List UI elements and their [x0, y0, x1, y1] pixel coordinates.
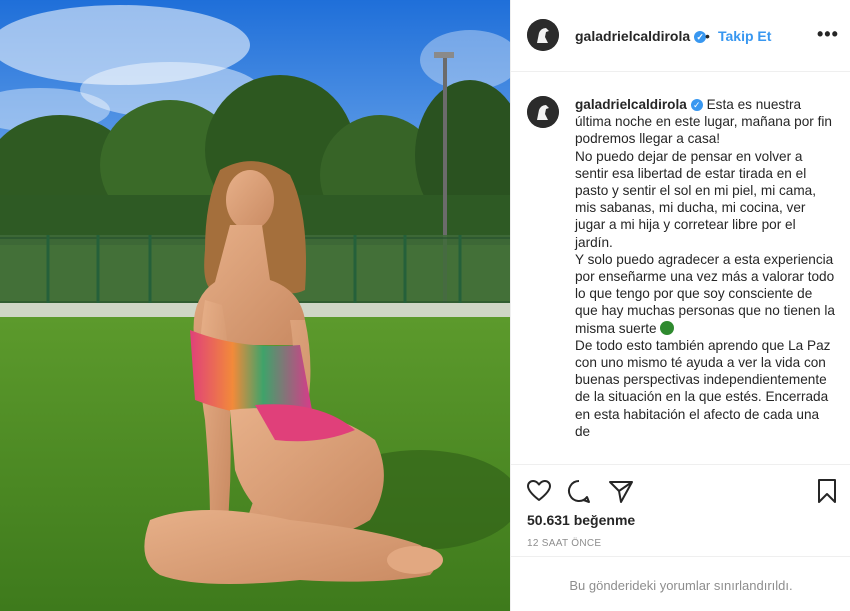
post-photo[interactable] — [0, 0, 510, 611]
horse-logo-icon — [527, 96, 559, 128]
share-icon[interactable] — [607, 477, 635, 505]
caption-paragraph-4: De todo esto también aprendo que La Paz … — [575, 337, 831, 439]
horse-logo-icon — [527, 19, 559, 51]
comments-disabled-notice: Bu gönderideki yorumlar sınırlandırıldı. — [511, 556, 850, 611]
photo-illustration — [0, 0, 510, 611]
caption-username[interactable]: galadrielcaldirola — [575, 97, 687, 112]
action-bar — [511, 464, 850, 512]
heart-icon[interactable] — [525, 477, 553, 505]
post-timestamp[interactable]: 12 SAAT ÖNCE — [527, 538, 601, 549]
header-username[interactable]: galadrielcaldirola ✓ — [575, 28, 707, 44]
post-side-panel: galadrielcaldirola ✓ • Takip Et ••• galad… — [510, 0, 850, 611]
caption-area[interactable]: galadrielcaldirola ✓ Esta es nuestra últi… — [511, 72, 850, 464]
separator-dot: • — [705, 28, 710, 44]
avatar[interactable] — [527, 19, 559, 51]
caption-paragraph-2: No puedo dejar de pensar en volver a sen… — [575, 148, 817, 250]
follow-button[interactable]: Takip Et — [718, 28, 771, 44]
verified-badge-icon: ✓ — [690, 99, 703, 111]
comments-disabled-text: Bu gönderideki yorumlar sınırlandırıldı. — [569, 578, 793, 593]
post-header: galadrielcaldirola ✓ • Takip Et ••• — [511, 0, 850, 72]
more-options-icon[interactable]: ••• — [817, 24, 839, 45]
comment-icon[interactable] — [565, 477, 593, 505]
four-leaf-clover-icon — [660, 320, 675, 335]
instagram-post: galadrielcaldirola ✓ • Takip Et ••• galad… — [0, 0, 850, 611]
caption-avatar[interactable] — [527, 96, 559, 128]
caption-paragraph-3: Y solo puedo agradecer a esta experienci… — [575, 251, 835, 336]
likes-count[interactable]: 50.631 beğenme — [527, 512, 635, 528]
caption-text: galadrielcaldirola ✓ Esta es nuestra últi… — [575, 96, 837, 440]
bookmark-icon[interactable] — [813, 477, 841, 505]
username-text[interactable]: galadrielcaldirola — [575, 28, 690, 44]
